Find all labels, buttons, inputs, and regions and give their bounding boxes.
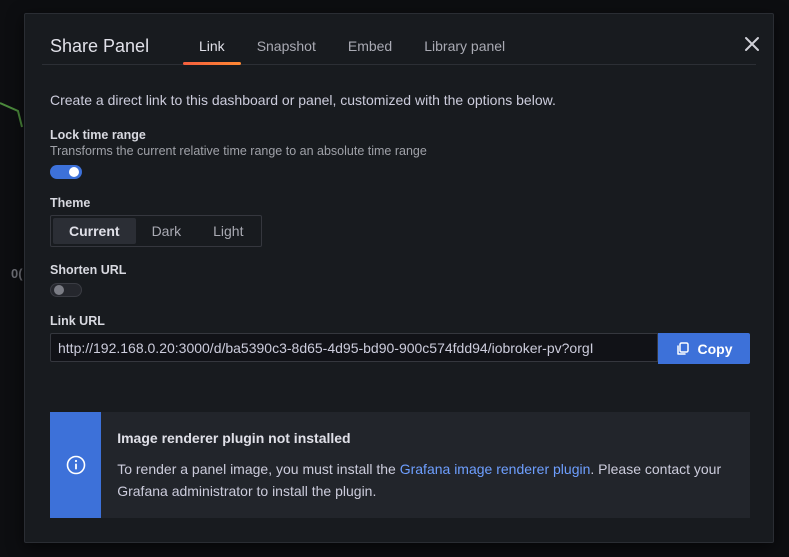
theme-option-current[interactable]: Current <box>53 218 136 244</box>
lock-time-range-label: Lock time range <box>50 128 146 142</box>
modal-header: Share Panel Link Snapshot Embed Library … <box>42 14 759 65</box>
background-chart-line <box>0 102 23 128</box>
link-url-label: Link URL <box>50 314 105 328</box>
copy-button-label: Copy <box>697 340 733 357</box>
info-circle-icon <box>66 455 85 475</box>
tab-bar: Link Snapshot Embed Library panel <box>183 14 521 65</box>
copy-icon <box>676 341 689 355</box>
alert-icon-column <box>50 412 102 518</box>
tab-library-panel[interactable]: Library panel <box>408 14 521 64</box>
shorten-url-toggle[interactable] <box>50 283 82 297</box>
shorten-url-label: Shorten URL <box>50 263 127 277</box>
toggle-knob <box>54 285 64 295</box>
alert-body: Image renderer plugin not installed To r… <box>101 412 750 518</box>
alert-text-before: To render a panel image, you must instal… <box>117 461 400 477</box>
shorten-url-field: Shorten URL <box>50 263 126 297</box>
theme-option-dark[interactable]: Dark <box>136 218 198 244</box>
copy-button[interactable]: Copy <box>658 333 750 364</box>
link-description: Create a direct link to this dashboard o… <box>50 92 556 108</box>
renderer-plugin-link[interactable]: Grafana image renderer plugin <box>400 461 591 477</box>
lock-time-range-description: Transforms the current relative time ran… <box>50 144 427 158</box>
theme-label: Theme <box>50 196 91 210</box>
theme-option-light[interactable]: Light <box>197 218 259 244</box>
alert-title: Image renderer plugin not installed <box>117 430 351 446</box>
share-panel-modal: Share Panel Link Snapshot Embed Library … <box>24 13 774 543</box>
tab-embed[interactable]: Embed <box>332 14 408 64</box>
close-icon[interactable] <box>742 34 762 54</box>
theme-field: Theme Current Dark Light <box>50 196 263 247</box>
link-tab-content: Create a direct link to this dashboard o… <box>50 92 750 518</box>
background-chart-label: 0( <box>11 266 23 281</box>
renderer-alert: Image renderer plugin not installed To r… <box>50 412 750 518</box>
link-url-field: Link URL http://192.168.0.20:3000/d/ba53… <box>50 314 750 364</box>
lock-time-range-field: Lock time range Transforms the current r… <box>50 128 427 179</box>
tab-snapshot[interactable]: Snapshot <box>241 14 332 64</box>
tab-link[interactable]: Link <box>183 14 241 65</box>
link-url-row: http://192.168.0.20:3000/d/ba5390c3-8d65… <box>50 333 750 364</box>
link-url-input[interactable]: http://192.168.0.20:3000/d/ba5390c3-8d65… <box>50 333 658 362</box>
lock-time-range-toggle[interactable] <box>50 165 82 179</box>
theme-radio-group: Current Dark Light <box>50 215 263 247</box>
modal-title: Share Panel <box>50 36 150 56</box>
alert-text: To render a panel image, you must instal… <box>117 458 734 502</box>
toggle-knob <box>69 167 79 177</box>
